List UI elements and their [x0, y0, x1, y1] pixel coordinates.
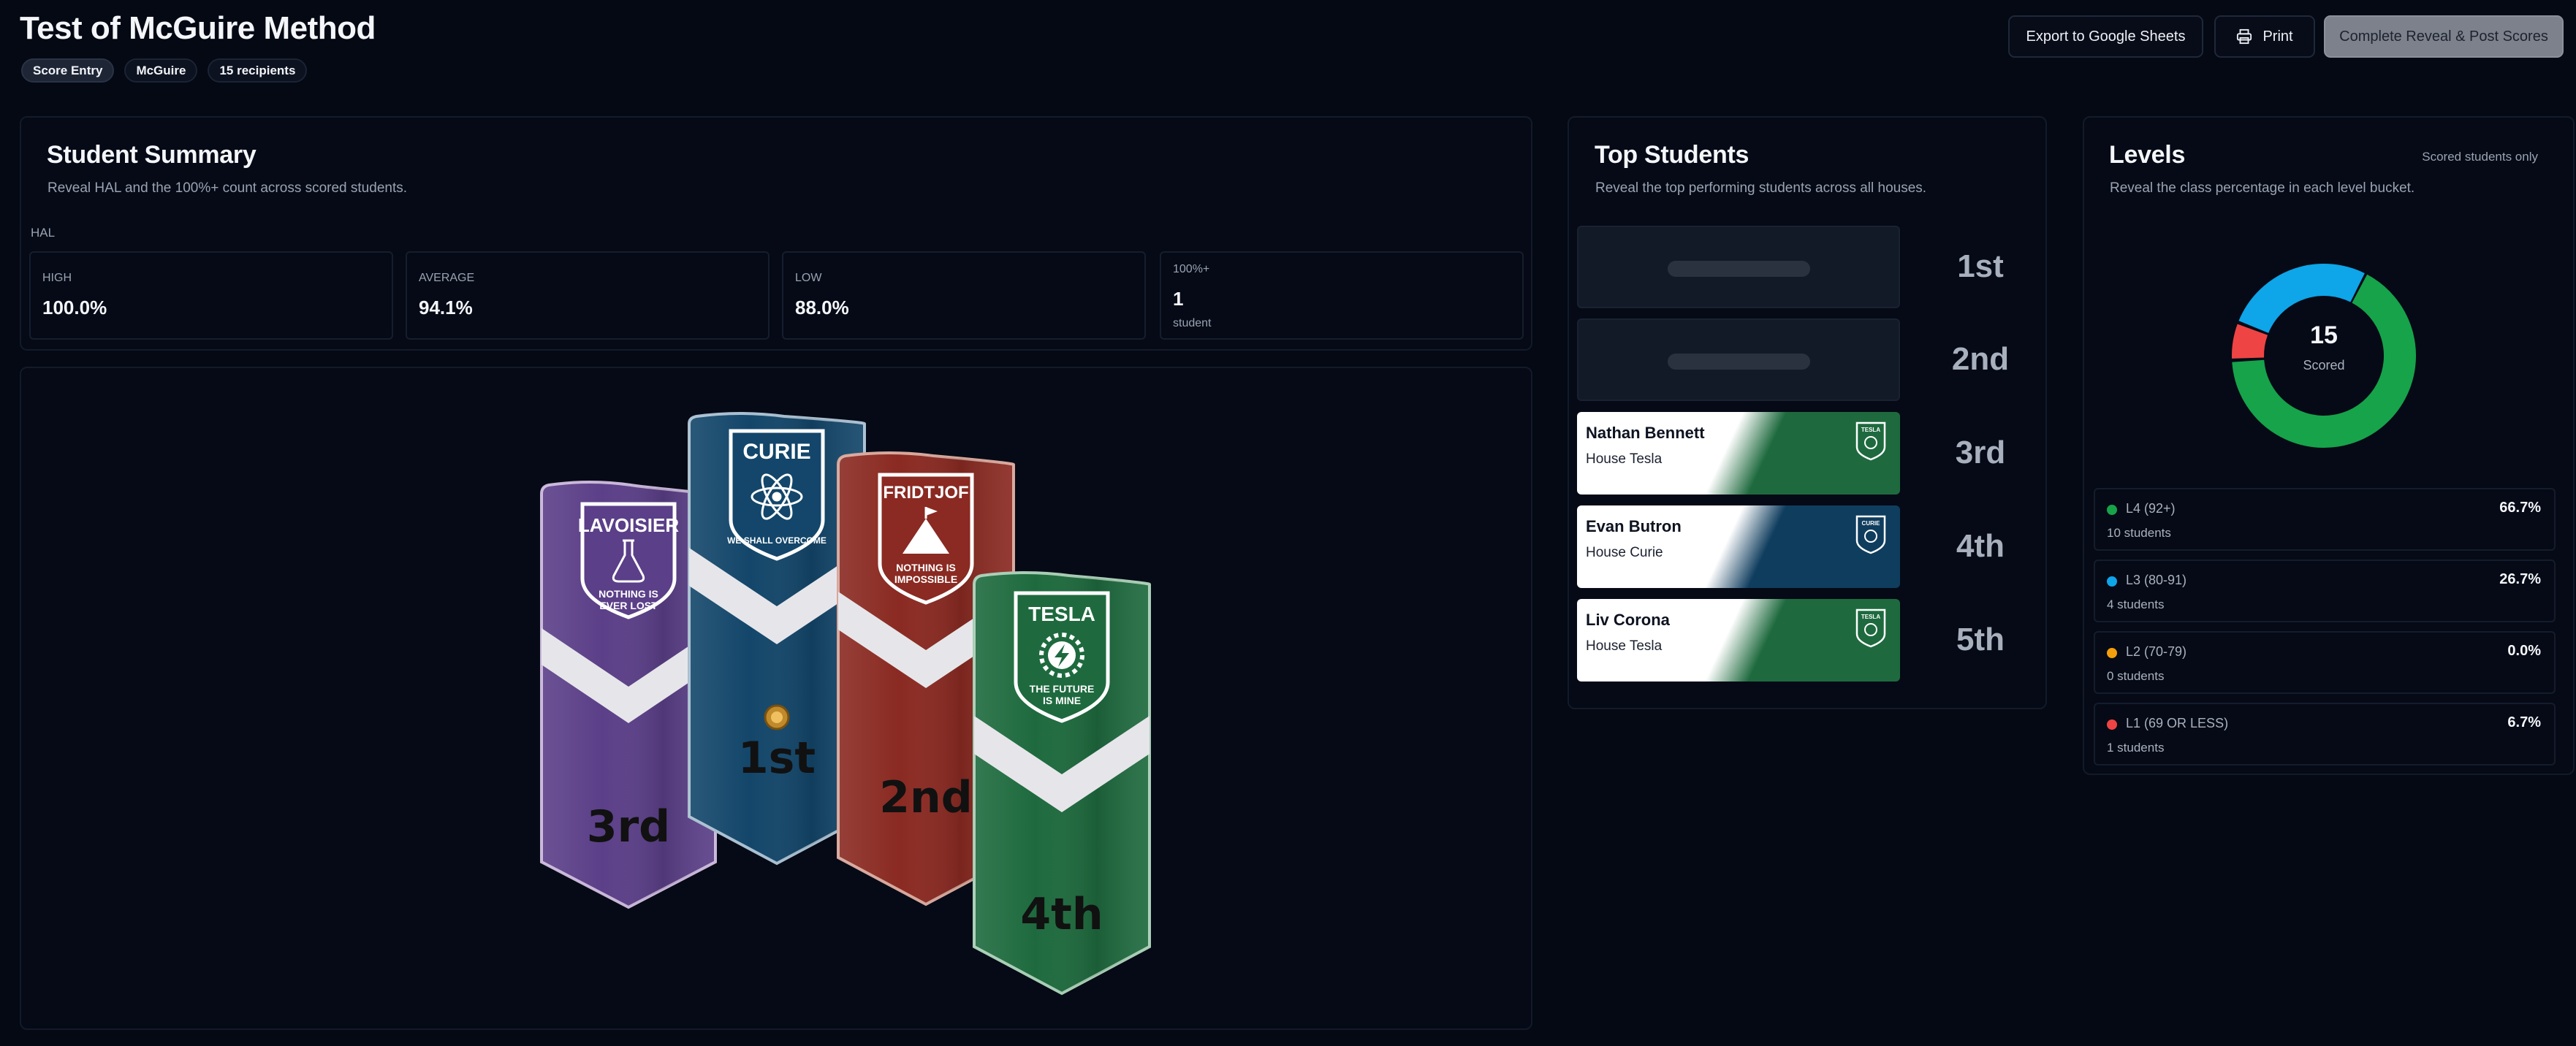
level-row-l2: L2 (70-79) 0.0% 0 students — [2094, 631, 2556, 694]
level-row-l3: L3 (80-91) 26.7% 4 students — [2094, 560, 2556, 622]
chip-method[interactable]: McGuire — [124, 58, 198, 83]
student-house: House Curie — [1586, 545, 1663, 560]
stat-label: HIGH — [42, 272, 72, 284]
level-percent: 6.7% — [2507, 714, 2541, 730]
rank-card-hidden[interactable] — [1577, 226, 1900, 308]
print-button[interactable]: Print — [2214, 15, 2315, 58]
level-count: 4 students — [2107, 598, 2165, 611]
rank-card-student[interactable]: Liv Corona House Tesla TESLA — [1577, 599, 1900, 682]
level-percent: 0.0% — [2507, 643, 2541, 659]
levels-note: Scored students only — [2422, 150, 2538, 164]
stat-low: LOW 88.0% — [782, 251, 1146, 340]
level-name: L1 (69 OR LESS) — [2126, 716, 2229, 730]
complete-button-label: Complete Reveal & Post Scores — [2339, 28, 2548, 45]
scored-count: 15 — [2310, 321, 2338, 349]
top-students-title: Top Students — [1595, 141, 1749, 169]
export-button-label: Export to Google Sheets — [2026, 28, 2186, 45]
complete-reveal-button[interactable]: Complete Reveal & Post Scores — [2324, 15, 2564, 58]
banner-lavoisier-motto-2: EVER LOST — [599, 600, 658, 611]
banner-fridtjof-place: 2nd — [879, 772, 972, 823]
stat-label: AVERAGE — [419, 272, 475, 284]
hal-label: HAL — [31, 226, 56, 240]
banner-lavoisier-name: LAVOISIER — [578, 514, 679, 536]
top-students-subtitle: Reveal the top performing students acros… — [1595, 180, 1927, 196]
level-count: 0 students — [2107, 669, 2165, 683]
levels-donut-chart — [2232, 264, 2416, 448]
student-summary-subtitle: Reveal HAL and the 100%+ count across sc… — [48, 180, 408, 196]
level-color-dot — [2107, 719, 2117, 730]
stat-value: 100.0% — [42, 297, 107, 318]
banner-tesla-place: 4th — [1020, 889, 1103, 940]
scored-label: Scored — [2303, 358, 2345, 373]
level-percent: 66.7% — [2499, 500, 2541, 516]
stat-label: 100%+ — [1173, 263, 1210, 275]
student-name: Evan Butron — [1586, 517, 1682, 535]
banner-curie-name: CURIE — [742, 440, 810, 464]
banner-tesla-motto-2: IS MINE — [1043, 695, 1081, 706]
rank-label: 2nd — [1951, 341, 2010, 377]
student-name: Nathan Bennett — [1586, 424, 1705, 442]
student-house: House Tesla — [1586, 638, 1663, 654]
level-name: L2 (70-79) — [2126, 644, 2187, 659]
banner-tesla-motto-1: THE FUTURE — [1030, 683, 1095, 695]
rank-card-student[interactable]: Nathan Bennett House Tesla TESLA — [1577, 412, 1900, 495]
export-google-sheets-button[interactable]: Export to Google Sheets — [2008, 15, 2203, 58]
level-percent: 26.7% — [2499, 571, 2541, 587]
student-name: Liv Corona — [1586, 611, 1670, 629]
level-count: 1 students — [2107, 741, 2165, 755]
stat-label: LOW — [795, 272, 822, 284]
rank-label: 3rd — [1955, 435, 2006, 470]
banner-fridtjof-motto-1: NOTHING IS — [896, 562, 956, 573]
level-count: 10 students — [2107, 526, 2171, 540]
stat-average: AVERAGE 94.1% — [406, 251, 770, 340]
banner-lavoisier-place: 3rd — [587, 801, 670, 852]
banner-tesla: TESLA THE FUTURE IS MINE 4th — [973, 571, 1151, 996]
level-name: L3 (80-91) — [2126, 573, 2187, 587]
levels-subtitle: Reveal the class percentage in each leve… — [2110, 180, 2415, 196]
level-name: L4 (92+) — [2126, 501, 2176, 516]
banner-curie-motto: WE SHALL OVERCOME — [727, 535, 827, 546]
banner-tesla-name: TESLA — [1028, 603, 1095, 625]
hidden-name-placeholder — [1668, 354, 1810, 370]
level-color-dot — [2107, 505, 2117, 515]
house-crest-icon: TESLA — [1855, 421, 1886, 461]
level-row-l4: L4 (92+) 66.7% 10 students — [2094, 488, 2556, 551]
hidden-name-placeholder — [1668, 261, 1810, 277]
house-banners-graphic: LAVOISIER NOTHING IS EVER LOST 3rd CURIE… — [540, 412, 1151, 996]
house-crest-icon: TESLA — [1855, 608, 1886, 648]
chip-score-entry[interactable]: Score Entry — [21, 58, 115, 83]
rank-label: 5th — [1956, 622, 2005, 657]
rank-label: 4th — [1956, 528, 2005, 564]
student-summary-title: Student Summary — [47, 141, 257, 169]
svg-text:CURIE: CURIE — [1862, 520, 1881, 527]
stat-100-plus: 100%+ 1 student — [1160, 251, 1524, 340]
banner-fridtjof-name: FRIDTJOF — [883, 483, 968, 503]
page-title: Test of McGuire Method — [20, 10, 376, 46]
stat-value: 88.0% — [795, 297, 849, 318]
svg-text:TESLA: TESLA — [1861, 614, 1880, 620]
banner-curie-place: 1st — [738, 733, 816, 784]
stat-note: student — [1173, 317, 1212, 329]
stat-value: 94.1% — [419, 297, 473, 318]
level-color-dot — [2107, 576, 2117, 587]
banner-fridtjof-motto-2: IMPOSSIBLE — [894, 573, 957, 585]
rank-card-student[interactable]: Evan Butron House Curie CURIE — [1577, 505, 1900, 588]
banner-lavoisier-motto-1: NOTHING IS — [599, 588, 658, 600]
chip-recipients[interactable]: 15 recipients — [208, 58, 308, 83]
status-chips: Score Entry McGuire 15 recipients — [21, 58, 308, 83]
stat-value: 1 — [1173, 288, 1184, 310]
level-color-dot — [2107, 648, 2117, 658]
levels-title: Levels — [2109, 141, 2186, 169]
rank-card-hidden[interactable] — [1577, 318, 1900, 401]
printer-icon — [2237, 28, 2252, 45]
medal-icon — [764, 704, 790, 730]
student-house: House Tesla — [1586, 451, 1663, 467]
print-button-label: Print — [2262, 28, 2293, 45]
level-row-l1: L1 (69 OR LESS) 6.7% 1 students — [2094, 703, 2556, 766]
rank-label: 1st — [1957, 248, 2004, 284]
house-crest-icon: CURIE — [1855, 515, 1886, 554]
stat-high: HIGH 100.0% — [29, 251, 393, 340]
svg-text:TESLA: TESLA — [1861, 427, 1880, 433]
